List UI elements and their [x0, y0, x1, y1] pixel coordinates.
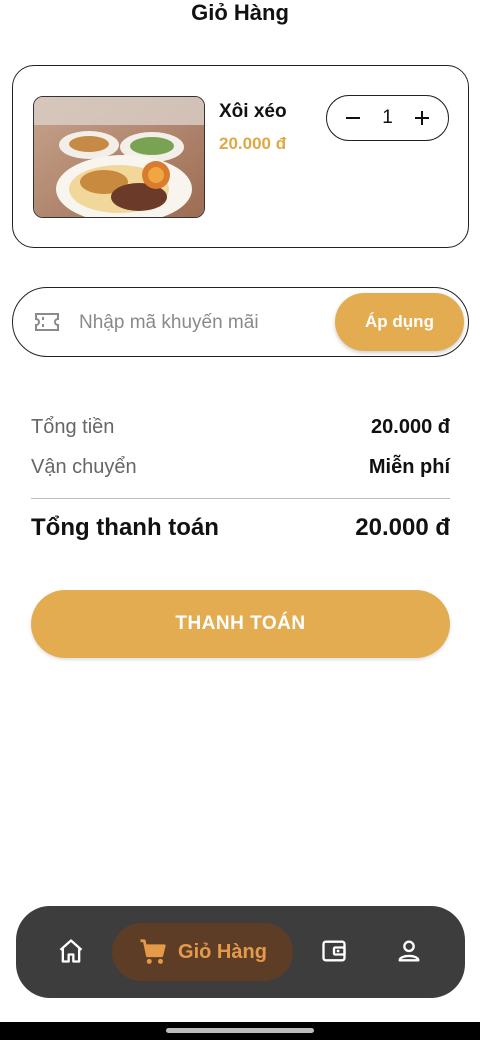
page-title: Giỏ Hàng — [191, 0, 289, 25]
ticket-icon — [35, 313, 59, 331]
quantity-value: 1 — [382, 107, 393, 128]
cart-item-card: Xôi xéo 20.000 đ 1 — [12, 65, 469, 248]
food-photo — [34, 97, 204, 217]
total-value: 20.000 đ — [355, 514, 450, 541]
nav-profile[interactable] — [394, 936, 424, 966]
item-name: Xôi xéo — [219, 101, 287, 122]
nav-cart-label: Giỏ Hàng — [178, 940, 267, 963]
subtotal-value: 20.000 đ — [371, 416, 450, 438]
promo-code-bar: Áp dụng — [12, 287, 469, 357]
cart-icon — [140, 939, 166, 964]
bottom-nav: Giỏ Hàng — [16, 906, 465, 998]
promo-code-input[interactable] — [79, 306, 329, 340]
apply-promo-button[interactable]: Áp dụng — [335, 293, 464, 351]
nav-wallet[interactable] — [319, 936, 349, 966]
shipping-value: Miễn phí — [368, 456, 450, 478]
increase-button[interactable] — [410, 105, 434, 131]
summary-divider — [31, 498, 450, 499]
minus-icon — [346, 117, 360, 119]
shipping-label: Vận chuyển — [31, 456, 137, 478]
home-icon — [59, 939, 83, 963]
shipping-row: Vận chuyển Miễn phí — [31, 456, 450, 479]
subtotal-row: Tổng tiền 20.000 đ — [31, 416, 450, 439]
system-navigation-bar — [0, 1022, 480, 1040]
home-gesture-handle[interactable] — [166, 1028, 314, 1033]
profile-icon — [398, 940, 420, 962]
subtotal-label: Tổng tiền — [31, 416, 115, 438]
total-row: Tổng thanh toán 20.000 đ — [31, 514, 450, 542]
plus-icon — [414, 111, 429, 125]
total-label: Tổng thanh toán — [31, 514, 219, 541]
quantity-stepper: 1 — [326, 95, 449, 141]
food-image — [33, 96, 205, 218]
item-price: 20.000 đ — [219, 134, 287, 153]
decrease-button[interactable] — [341, 105, 365, 131]
nav-home[interactable] — [56, 936, 86, 966]
wallet-icon — [322, 940, 346, 962]
checkout-button[interactable]: THANH TOÁN — [31, 590, 450, 658]
nav-cart[interactable]: Giỏ Hàng — [112, 923, 293, 981]
